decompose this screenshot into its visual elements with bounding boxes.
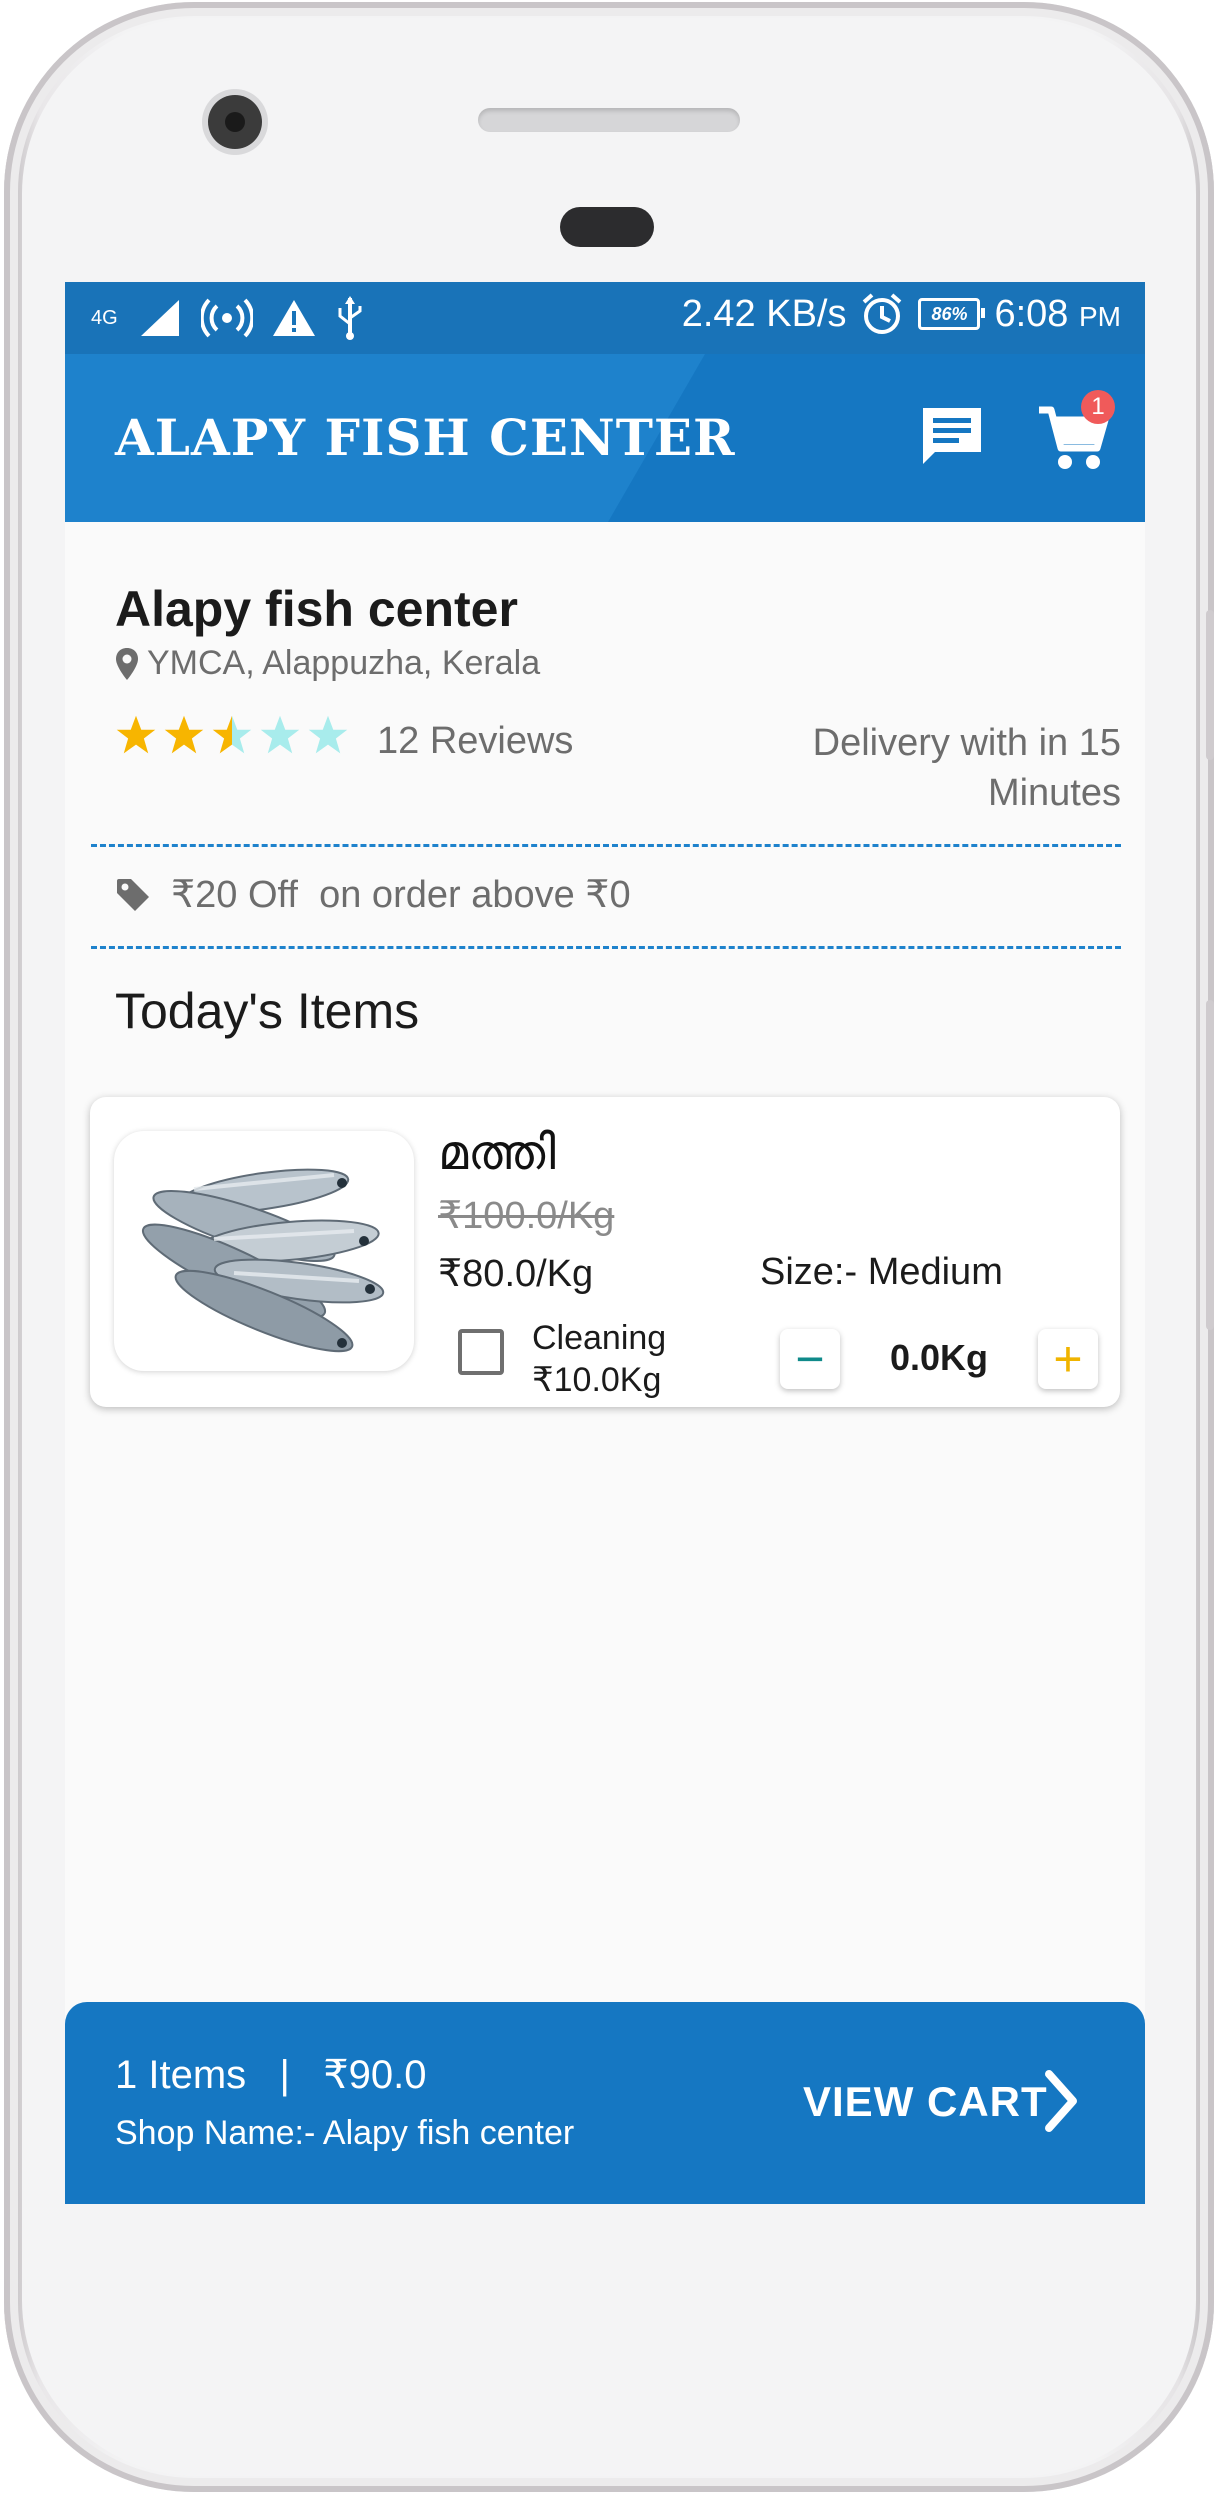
battery-icon: 86% — [918, 298, 986, 330]
star-icon — [164, 715, 204, 754]
quantity-value: 0.0Kg — [890, 1337, 989, 1378]
screen: 4G 2.42 KB/s 86% 6:08 PM ALAPY FISH CENT… — [65, 282, 1145, 2204]
delivery-time: Delivery with in 15 Minutes — [812, 722, 1121, 814]
cart-count-badge: 1 — [1081, 390, 1115, 424]
network-4g-icon: 4G — [91, 307, 118, 329]
fish-image — [114, 1131, 414, 1371]
warning-icon — [271, 298, 317, 338]
item-card[interactable]: മത്തി ₹100.0/Kg ₹80.0/Kg Size:- Medium C… — [90, 1097, 1120, 1407]
tag-icon — [117, 878, 149, 911]
proximity-sensor — [560, 207, 654, 247]
offer: ₹20 Off on order above ₹0 — [115, 872, 631, 917]
cleaning-checkbox[interactable] — [458, 1329, 504, 1375]
chat-icon — [923, 408, 981, 464]
shop-name: Alapy fish center — [115, 581, 518, 637]
cart-summary-bar[interactable]: 1 Items | ₹90.0 Shop Name:- Alapy fish c… — [65, 2002, 1145, 2204]
item-name: മത്തി — [438, 1125, 556, 1181]
cart-summary: 1 Items | ₹90.0 — [115, 2053, 427, 2097]
offer-text: ₹20 Off on order above ₹0 — [171, 874, 631, 916]
decrease-quantity-button[interactable]: − — [780, 1329, 840, 1389]
star-half-icon — [212, 715, 252, 754]
shop-location: YMCA, Alappuzha, Kerala — [115, 644, 540, 683]
star-empty-icon — [260, 715, 300, 754]
cleaning-price: ₹10.0Kg — [532, 1361, 662, 1399]
increase-quantity-button[interactable]: + — [1038, 1329, 1098, 1389]
cleaning-option[interactable]: Cleaning ₹10.0Kg — [532, 1317, 666, 1401]
network-speed: 2.42 KB/s — [681, 292, 847, 335]
cleaning-label: Cleaning — [532, 1319, 667, 1357]
divider — [91, 844, 1121, 847]
clock: 6:08 PM — [994, 292, 1121, 335]
cart-shop-name: Shop Name:- Alapy fish center — [115, 2114, 575, 2152]
signal-icon — [139, 298, 183, 338]
app-title: ALAPY FISH CENTER — [115, 408, 736, 467]
star-empty-icon — [308, 715, 348, 754]
chat-button[interactable] — [919, 404, 985, 470]
item-old-price: ₹100.0/Kg — [438, 1195, 615, 1237]
item-price: ₹80.0/Kg — [438, 1253, 594, 1295]
item-size: Size:- Medium — [760, 1251, 1003, 1293]
app-bar: ALAPY FISH CENTER 1 — [65, 354, 1145, 522]
usb-icon — [335, 296, 365, 340]
volume-button — [1206, 610, 1214, 760]
location-pin-icon — [116, 647, 138, 680]
view-cart-button[interactable]: VIEW CART — [803, 2078, 1048, 2126]
hotspot-icon — [201, 298, 253, 338]
power-button — [1206, 1000, 1214, 1330]
status-bar: 4G 2.42 KB/s 86% 6:08 PM — [65, 282, 1145, 354]
chevron-right-icon[interactable] — [1041, 2068, 1081, 2134]
star-icon — [116, 715, 156, 754]
front-camera — [208, 95, 262, 149]
reviews-count[interactable]: 12 Reviews — [377, 720, 573, 763]
star-rating — [115, 714, 349, 756]
shop-location-text: YMCA, Alappuzha, Kerala — [147, 644, 541, 682]
section-title: Today's Items — [115, 983, 420, 1039]
divider — [91, 946, 1121, 949]
alarm-icon — [860, 292, 904, 336]
earpiece-speaker — [478, 108, 740, 132]
